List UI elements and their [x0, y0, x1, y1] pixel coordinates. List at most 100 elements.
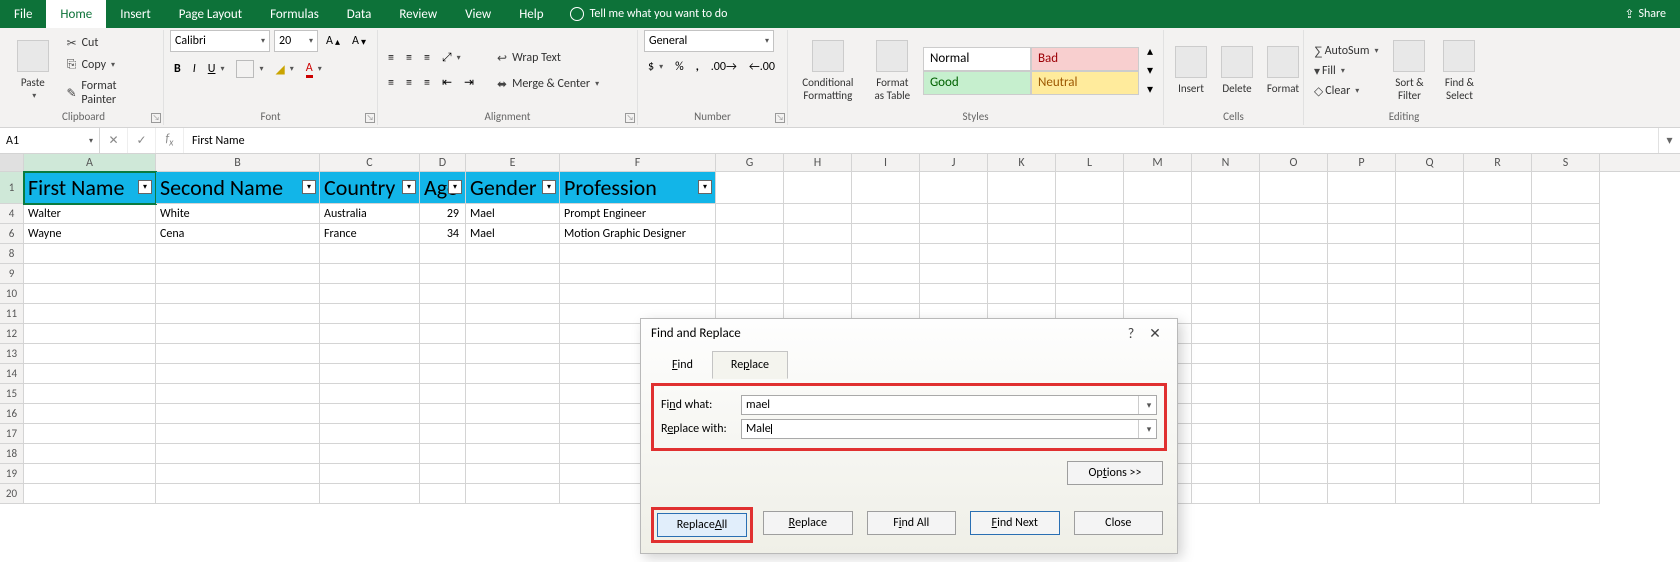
cell[interactable]: [1396, 344, 1464, 364]
cell[interactable]: [466, 424, 560, 444]
format-cells-button[interactable]: Format: [1262, 44, 1304, 97]
find-all-button[interactable]: Find All: [867, 511, 957, 535]
clear-button[interactable]: ◇Clear▾: [1310, 82, 1382, 100]
decrease-indent-button[interactable]: ⇤: [438, 73, 456, 92]
increase-indent-button[interactable]: ⇥: [460, 73, 478, 92]
cell[interactable]: Wayne: [24, 224, 156, 244]
align-right-button[interactable]: ≡: [420, 74, 434, 92]
style-neutral[interactable]: Neutral: [1031, 71, 1139, 95]
cell[interactable]: [1260, 404, 1328, 424]
cell[interactable]: [156, 424, 320, 444]
tab-insert[interactable]: Insert: [106, 0, 165, 28]
tab-file[interactable]: File: [0, 0, 46, 28]
chevron-down-icon[interactable]: ▾: [1138, 396, 1156, 414]
cell[interactable]: [320, 364, 420, 384]
filter-button[interactable]: ▾: [448, 180, 462, 194]
cell[interactable]: [988, 264, 1056, 284]
cell[interactable]: [1396, 404, 1464, 424]
cell[interactable]: [466, 384, 560, 404]
cell[interactable]: [1260, 204, 1328, 224]
filter-button[interactable]: ▾: [302, 180, 316, 194]
row-header[interactable]: 11: [0, 304, 24, 324]
cell[interactable]: [420, 404, 466, 424]
cell[interactable]: [1124, 244, 1192, 264]
cell[interactable]: [420, 464, 466, 484]
cell[interactable]: [1396, 172, 1464, 204]
cell[interactable]: [320, 244, 420, 264]
row-header[interactable]: 19: [0, 464, 24, 484]
font-size-combo[interactable]: 20▾: [274, 30, 318, 52]
cell[interactable]: [920, 284, 988, 304]
cell[interactable]: [1328, 364, 1396, 384]
cell[interactable]: Walter: [24, 204, 156, 224]
cell[interactable]: [1124, 204, 1192, 224]
cell[interactable]: Mael: [466, 204, 560, 224]
cell[interactable]: [784, 172, 852, 204]
wrap-text-button[interactable]: ↩Wrap Text: [490, 48, 603, 68]
cell[interactable]: White: [156, 204, 320, 224]
cell[interactable]: [1396, 464, 1464, 484]
filter-button[interactable]: ▾: [698, 180, 712, 194]
cell[interactable]: [156, 324, 320, 344]
style-good[interactable]: Good: [923, 71, 1031, 95]
cell[interactable]: [24, 364, 156, 384]
cancel-entry-button[interactable]: ✕: [100, 128, 128, 153]
cell[interactable]: [1260, 304, 1328, 324]
replace-all-button[interactable]: Replace All: [657, 513, 747, 537]
filter-button[interactable]: ▾: [402, 180, 416, 194]
cell[interactable]: [1464, 204, 1532, 224]
filter-button[interactable]: ▾: [138, 180, 152, 194]
cell[interactable]: [1260, 364, 1328, 384]
italic-button[interactable]: I: [189, 60, 200, 78]
cell[interactable]: [420, 444, 466, 464]
cell[interactable]: [784, 264, 852, 284]
cell[interactable]: 29: [420, 204, 466, 224]
replace-with-input[interactable]: Male▾: [741, 419, 1157, 439]
tab-view[interactable]: View: [451, 0, 505, 28]
cell[interactable]: [1464, 324, 1532, 344]
cell[interactable]: [852, 172, 920, 204]
row-header[interactable]: 20: [0, 484, 24, 504]
cell[interactable]: [1532, 284, 1600, 304]
cell[interactable]: [920, 244, 988, 264]
name-box[interactable]: A1▾: [0, 128, 100, 153]
cell[interactable]: [1328, 444, 1396, 464]
tab-review[interactable]: Review: [385, 0, 451, 28]
cell[interactable]: [1532, 364, 1600, 384]
cell[interactable]: [1192, 404, 1260, 424]
cell[interactable]: [1396, 284, 1464, 304]
column-header-A[interactable]: A: [24, 154, 156, 171]
tab-help[interactable]: Help: [505, 0, 557, 28]
number-dialog-launcher[interactable]: ↘: [775, 113, 785, 123]
cell[interactable]: [716, 224, 784, 244]
cell-styles-gallery[interactable]: Normal Bad Good Neutral: [923, 47, 1139, 95]
clipboard-dialog-launcher[interactable]: ↘: [151, 113, 161, 123]
cell[interactable]: [1328, 424, 1396, 444]
cell[interactable]: [1396, 244, 1464, 264]
cell[interactable]: [1328, 244, 1396, 264]
chevron-down-icon[interactable]: ▾: [1138, 420, 1156, 438]
cell[interactable]: [920, 224, 988, 244]
cell[interactable]: [1192, 304, 1260, 324]
cell[interactable]: [320, 404, 420, 424]
find-what-input[interactable]: mael▾: [741, 395, 1157, 415]
cell[interactable]: [24, 324, 156, 344]
row-header[interactable]: 8: [0, 244, 24, 264]
sort-filter-button[interactable]: Sort & Filter: [1386, 38, 1432, 104]
cell[interactable]: [156, 304, 320, 324]
cell[interactable]: [1532, 172, 1600, 204]
cell[interactable]: [988, 204, 1056, 224]
cell[interactable]: [852, 224, 920, 244]
cell[interactable]: [1328, 344, 1396, 364]
cell[interactable]: [420, 264, 466, 284]
cell[interactable]: [466, 324, 560, 344]
cell[interactable]: [560, 284, 716, 304]
cell[interactable]: [1056, 244, 1124, 264]
column-header-H[interactable]: H: [784, 154, 852, 171]
cell[interactable]: [24, 384, 156, 404]
row-header[interactable]: 6: [0, 224, 24, 244]
cell[interactable]: [1192, 204, 1260, 224]
cell[interactable]: [1260, 224, 1328, 244]
cell[interactable]: [1396, 424, 1464, 444]
align-middle-button[interactable]: ≡: [402, 49, 416, 67]
